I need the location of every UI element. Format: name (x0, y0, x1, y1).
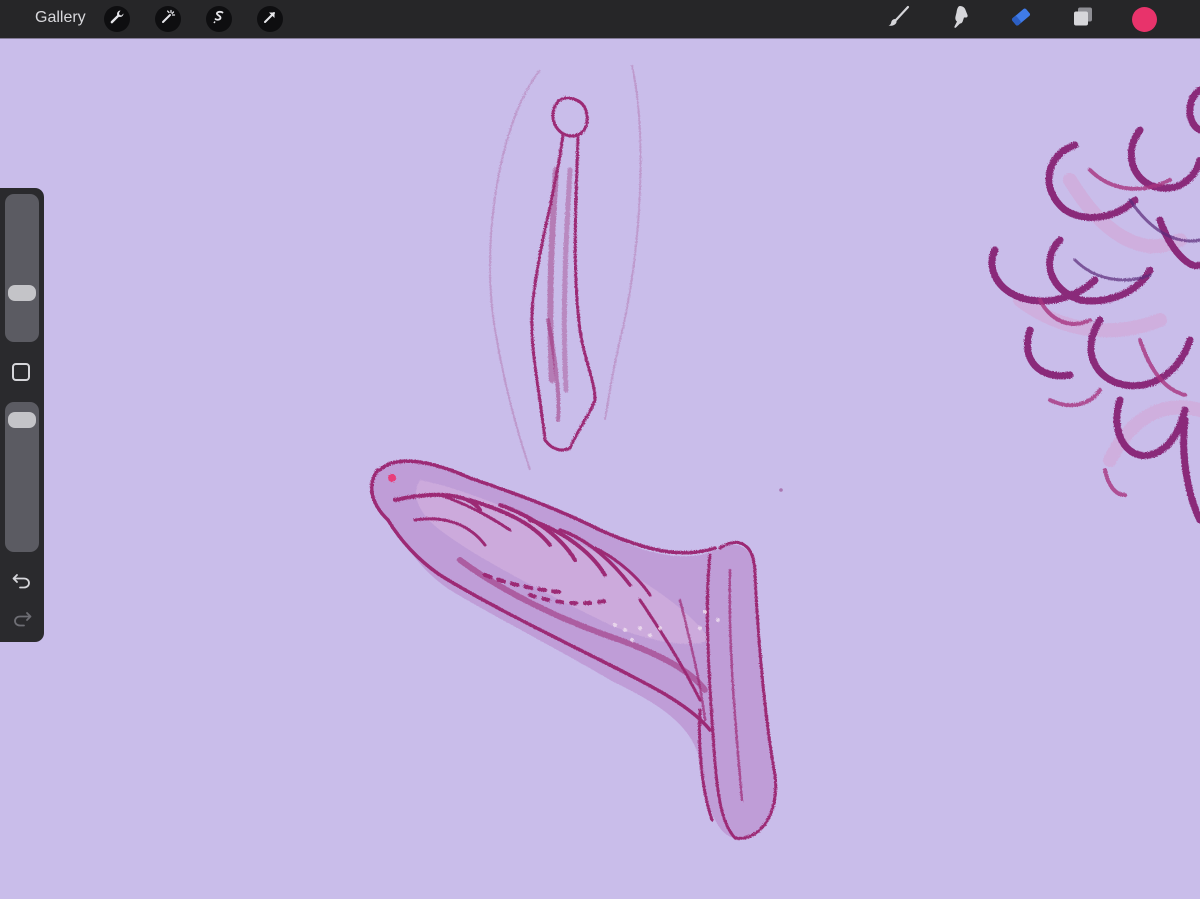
eraser-icon (1008, 4, 1034, 35)
small-sketch (530, 96, 597, 452)
magic-wand-icon (160, 9, 176, 30)
modify-button[interactable] (12, 363, 30, 381)
layers-button[interactable] (1070, 6, 1096, 32)
smudge-icon (947, 4, 973, 35)
redo-icon (11, 609, 33, 632)
wrench-icon (109, 9, 125, 30)
left-sidebar (0, 188, 44, 642)
large-sketch (369, 459, 778, 840)
opacity-thumb[interactable] (8, 412, 36, 429)
procreate-app: Gallery (0, 0, 1200, 899)
undo-button[interactable] (10, 572, 34, 592)
adjustments-button[interactable] (155, 6, 181, 32)
brush-icon (886, 4, 912, 35)
stray-dot (779, 488, 783, 492)
transform-button[interactable] (257, 6, 283, 32)
brush-size-slider[interactable] (5, 194, 39, 342)
selection-button[interactable] (206, 6, 232, 32)
transform-arrow-icon (262, 9, 278, 30)
gallery-button[interactable]: Gallery (35, 9, 86, 27)
layers-icon (1070, 4, 1096, 35)
actions-button[interactable] (104, 6, 130, 32)
color-picker-button[interactable] (1132, 7, 1157, 32)
drawing-canvas[interactable] (0, 38, 1200, 899)
eraser-tool-button[interactable] (1008, 6, 1034, 32)
opacity-slider[interactable] (5, 402, 39, 552)
brush-size-thumb[interactable] (8, 284, 36, 301)
undo-icon (11, 571, 33, 594)
smudge-tool-button[interactable] (947, 4, 973, 35)
curly-sketch (988, 86, 1200, 524)
selection-s-icon (211, 9, 227, 30)
redo-button[interactable] (10, 610, 34, 630)
brush-tool-button[interactable] (886, 4, 912, 35)
top-toolbar: Gallery (0, 0, 1200, 38)
artwork (369, 64, 1200, 840)
